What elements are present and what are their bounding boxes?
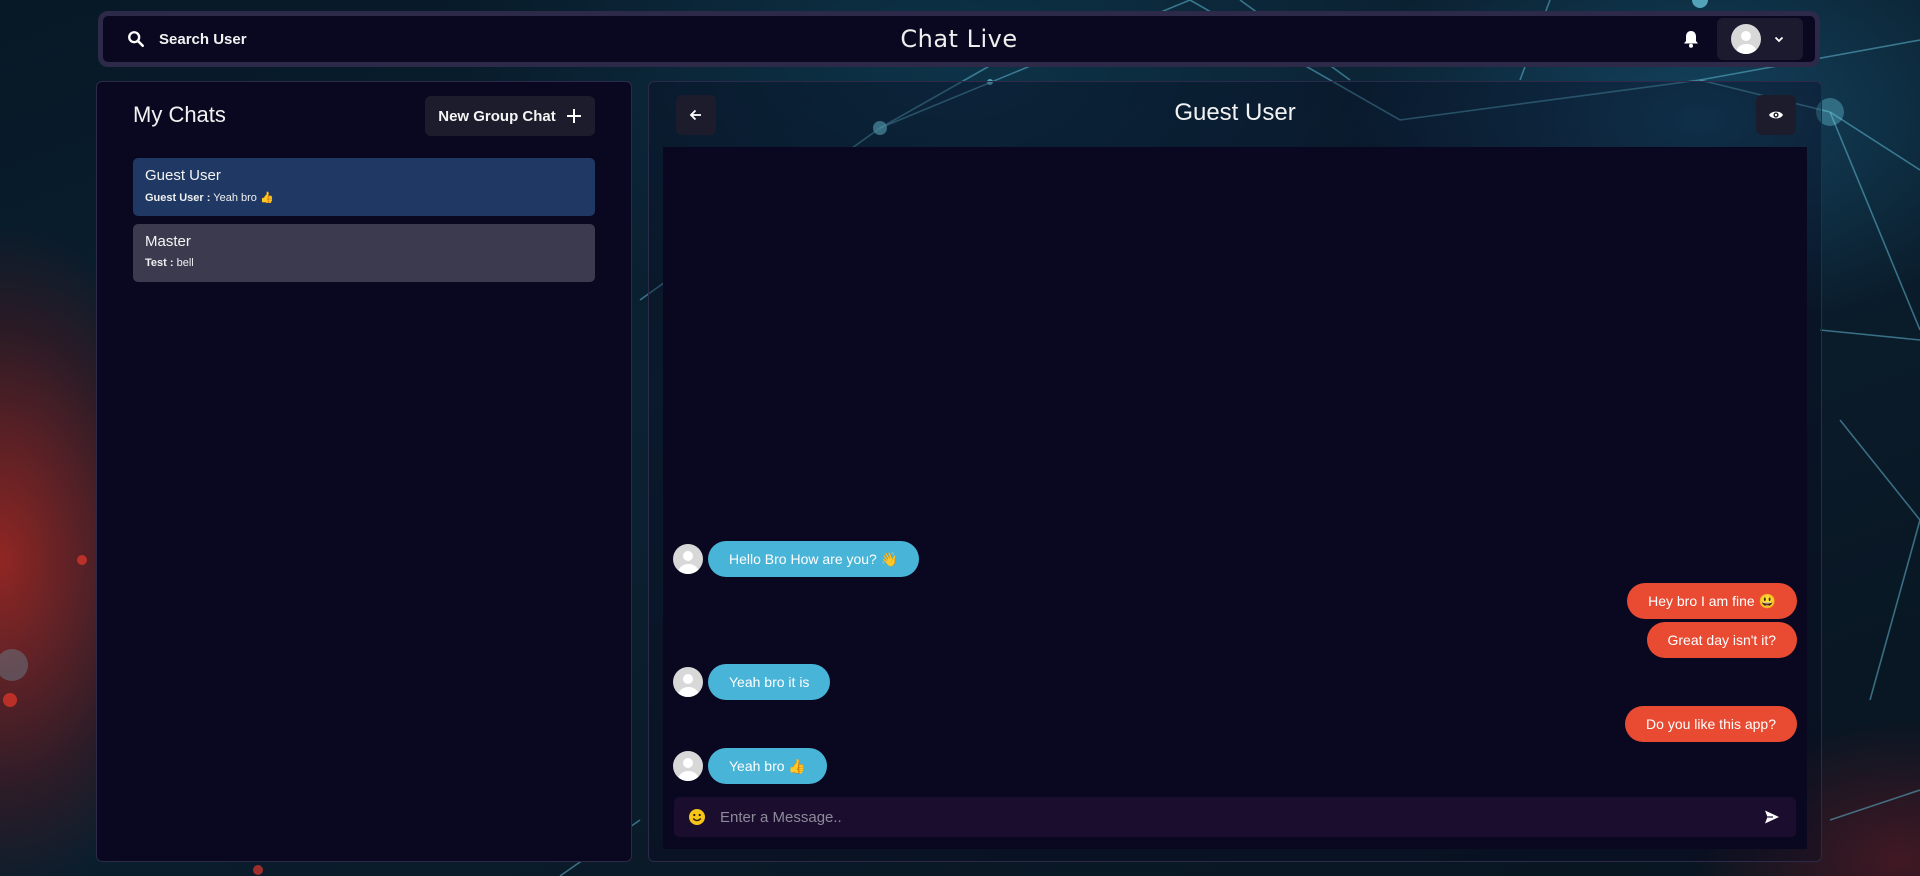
message-outgoing: Great day isn't it?	[1646, 622, 1797, 658]
message-incoming: Hello Bro How are you? 👋	[673, 541, 920, 577]
chat-preview: Guest User : Yeah bro 👍	[145, 191, 583, 204]
message-bubble: Yeah bro it is	[708, 664, 831, 700]
plus-icon	[566, 109, 581, 123]
top-bar: Search User Chat Live	[98, 11, 1820, 67]
message-bubble: Do you like this app?	[1625, 706, 1797, 742]
message-bubble: Hey bro I am fine 😃	[1627, 583, 1797, 619]
avatar	[673, 667, 703, 697]
eye-icon	[1769, 111, 1783, 119]
smiley-icon[interactable]	[688, 808, 706, 826]
bell-icon[interactable]	[1681, 29, 1701, 49]
conversation-panel: Guest User Hello Bro How are you? 👋 Hey …	[648, 81, 1822, 862]
message-bubble: Yeah bro 👍	[708, 748, 827, 784]
message-input-bar	[674, 797, 1796, 837]
chat-preview-text: bell	[176, 257, 194, 269]
my-chats-title: My Chats	[133, 102, 226, 127]
message-incoming: Yeah bro 👍	[673, 748, 827, 784]
message-bubble: Hello Bro How are you? 👋	[708, 541, 920, 577]
avatar	[673, 751, 703, 781]
search-user-button[interactable]: Search User	[127, 30, 247, 48]
search-user-label: Search User	[159, 30, 247, 48]
message-incoming: Yeah bro it is	[673, 664, 831, 700]
message-outgoing: Do you like this app?	[1625, 706, 1797, 742]
avatar	[1731, 24, 1761, 54]
chat-preview-sender: Test :	[145, 257, 174, 269]
chat-name: Master	[145, 233, 191, 250]
message-input[interactable]	[720, 797, 1764, 837]
avatar	[673, 544, 703, 574]
send-icon[interactable]	[1764, 809, 1780, 825]
chat-item-master[interactable]: Master Test : bell	[133, 224, 595, 282]
messages-area: Hello Bro How are you? 👋 Hey bro I am fi…	[663, 147, 1807, 849]
chat-list: Guest User Guest User : Yeah bro 👍 Maste…	[133, 158, 595, 290]
message-bubble: Great day isn't it?	[1646, 622, 1797, 658]
chat-item-guest-user[interactable]: Guest User Guest User : Yeah bro 👍	[133, 158, 595, 216]
conversation-title: Guest User	[1174, 99, 1296, 126]
new-group-chat-label: New Group Chat	[438, 107, 556, 125]
app-title: Chat Live	[900, 25, 1018, 53]
new-group-chat-button[interactable]: New Group Chat	[425, 96, 595, 136]
chevron-down-icon	[1774, 36, 1784, 43]
chat-preview-sender: Guest User :	[145, 192, 211, 204]
chat-preview: Test : bell	[145, 257, 583, 269]
view-profile-button[interactable]	[1756, 95, 1796, 135]
profile-menu-button[interactable]	[1717, 18, 1803, 60]
chat-preview-text: Yeah bro 👍	[213, 192, 274, 204]
search-icon	[128, 31, 145, 48]
message-outgoing: Hey bro I am fine 😃	[1627, 583, 1797, 619]
chat-name: Guest User	[145, 167, 221, 184]
my-chats-panel: My Chats New Group Chat Guest User Guest…	[96, 81, 632, 862]
